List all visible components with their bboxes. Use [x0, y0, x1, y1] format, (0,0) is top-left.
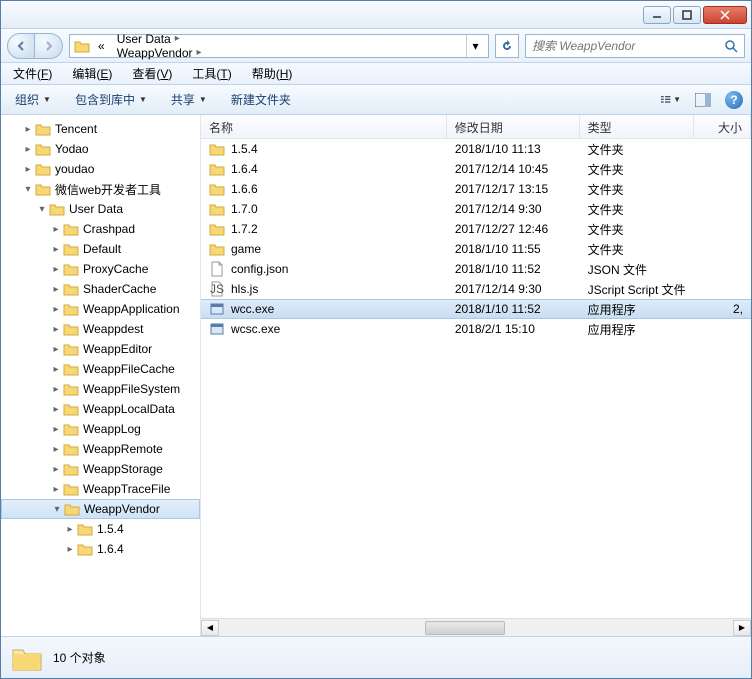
- search-box[interactable]: [525, 34, 745, 58]
- address-bar[interactable]: « User Data ▸WeappVendor ▸ ▾: [69, 34, 489, 58]
- view-button[interactable]: ▼: [661, 90, 681, 110]
- tree-item[interactable]: ▸Default: [1, 239, 200, 259]
- tree-item[interactable]: ▾User Data: [1, 199, 200, 219]
- tree-item[interactable]: ▸Yodao: [1, 139, 200, 159]
- organize-button[interactable]: 组织 ▼: [9, 88, 57, 111]
- column-headers: 名称 修改日期 类型 大小: [201, 115, 751, 139]
- menu-bar: 文件(F) 编辑(E) 查看(V) 工具(T) 帮助(H): [1, 63, 751, 85]
- col-size[interactable]: 大小: [694, 115, 751, 138]
- tree-item[interactable]: ▾WeappVendor: [1, 499, 200, 519]
- tree-item[interactable]: ▸1.5.4: [1, 519, 200, 539]
- title-bar: [1, 1, 751, 29]
- menu-e[interactable]: 编辑(E): [68, 63, 116, 84]
- tree-item[interactable]: ▸WeappEditor: [1, 339, 200, 359]
- tree-item[interactable]: ▸Weappdest: [1, 319, 200, 339]
- scroll-thumb[interactable]: [425, 621, 505, 635]
- horizontal-scrollbar[interactable]: ◀ ▶: [201, 618, 751, 636]
- file-row[interactable]: wcc.exe2018/1/10 11:52应用程序2,: [201, 299, 751, 319]
- col-name[interactable]: 名称: [201, 115, 447, 138]
- breadcrumb-item[interactable]: User Data ▸: [113, 32, 206, 46]
- file-row[interactable]: config.json2018/1/10 11:52JSON 文件: [201, 259, 751, 279]
- file-row[interactable]: 1.7.22017/12/27 12:46文件夹: [201, 219, 751, 239]
- toolbar: 组织 ▼ 包含到库中 ▼ 共享 ▼ 新建文件夹 ▼ ?: [1, 85, 751, 115]
- tree-item[interactable]: ▸WeappStorage: [1, 459, 200, 479]
- tree-item[interactable]: ▸WeappApplication: [1, 299, 200, 319]
- back-button[interactable]: [7, 33, 35, 59]
- svg-text:JS: JS: [210, 282, 224, 296]
- maximize-button[interactable]: [673, 6, 701, 24]
- col-type[interactable]: 类型: [580, 115, 694, 138]
- tree-item[interactable]: ▸WeappFileCache: [1, 359, 200, 379]
- tree-item[interactable]: ▾微信web开发者工具: [1, 179, 200, 199]
- refresh-button[interactable]: [495, 34, 519, 58]
- menu-h[interactable]: 帮助(H): [248, 63, 297, 84]
- tree-item[interactable]: ▸WeappLog: [1, 419, 200, 439]
- share-button[interactable]: 共享 ▼: [165, 88, 213, 111]
- folder-icon: [74, 39, 90, 53]
- scroll-right-button[interactable]: ▶: [733, 620, 751, 636]
- forward-button[interactable]: [35, 33, 63, 59]
- close-button[interactable]: [703, 6, 747, 24]
- file-row[interactable]: 1.7.02017/12/14 9:30文件夹: [201, 199, 751, 219]
- status-bar: 10 个对象: [1, 636, 751, 678]
- tree-item[interactable]: ▸WeappTraceFile: [1, 479, 200, 499]
- tree-item[interactable]: ▸Tencent: [1, 119, 200, 139]
- tree-item[interactable]: ▸WeappLocalData: [1, 399, 200, 419]
- file-rows[interactable]: 1.5.42018/1/10 11:13文件夹1.6.42017/12/14 1…: [201, 139, 751, 618]
- tree-item[interactable]: ▸1.6.4: [1, 539, 200, 559]
- status-count: 10 个对象: [53, 649, 106, 666]
- file-row[interactable]: 1.6.62017/12/17 13:15文件夹: [201, 179, 751, 199]
- menu-v[interactable]: 查看(V): [128, 63, 176, 84]
- minimize-button[interactable]: [643, 6, 671, 24]
- search-icon: [724, 39, 738, 53]
- file-row[interactable]: 1.6.42017/12/14 10:45文件夹: [201, 159, 751, 179]
- col-date[interactable]: 修改日期: [447, 115, 580, 138]
- help-button[interactable]: ?: [725, 91, 743, 109]
- content-area: ▸Tencent▸Yodao▸youdao▾微信web开发者工具▾User Da…: [1, 115, 751, 636]
- search-input[interactable]: [532, 39, 724, 53]
- folder-tree[interactable]: ▸Tencent▸Yodao▸youdao▾微信web开发者工具▾User Da…: [1, 115, 201, 636]
- breadcrumb-item[interactable]: WeappVendor ▸: [113, 46, 206, 60]
- tree-item[interactable]: ▸youdao: [1, 159, 200, 179]
- tree-item[interactable]: ▸WeappFileSystem: [1, 379, 200, 399]
- include-button[interactable]: 包含到库中 ▼: [69, 88, 153, 111]
- scroll-left-button[interactable]: ◀: [201, 620, 219, 636]
- preview-pane-button[interactable]: [693, 90, 713, 110]
- file-row[interactable]: 1.5.42018/1/10 11:13文件夹: [201, 139, 751, 159]
- explorer-window: « User Data ▸WeappVendor ▸ ▾ 文件(F) 编辑(E) 查…: [0, 0, 752, 679]
- tree-item[interactable]: ▸WeappRemote: [1, 439, 200, 459]
- newfolder-button[interactable]: 新建文件夹: [225, 88, 297, 111]
- tree-item[interactable]: ▸Crashpad: [1, 219, 200, 239]
- file-row[interactable]: game2018/1/10 11:55文件夹: [201, 239, 751, 259]
- folder-icon: [11, 644, 43, 672]
- file-list: 名称 修改日期 类型 大小 1.5.42018/1/10 11:13文件夹1.6…: [201, 115, 751, 636]
- nav-bar: « User Data ▸WeappVendor ▸ ▾: [1, 29, 751, 63]
- file-row[interactable]: JShls.js2017/12/14 9:30JScript Script 文件: [201, 279, 751, 299]
- crumb-prefix[interactable]: «: [94, 39, 109, 53]
- tree-item[interactable]: ▸ProxyCache: [1, 259, 200, 279]
- menu-t[interactable]: 工具(T): [188, 63, 235, 84]
- file-row[interactable]: wcsc.exe2018/2/1 15:10应用程序: [201, 319, 751, 339]
- tree-item[interactable]: ▸ShaderCache: [1, 279, 200, 299]
- address-dropdown[interactable]: ▾: [466, 35, 484, 57]
- menu-f[interactable]: 文件(F): [9, 63, 56, 84]
